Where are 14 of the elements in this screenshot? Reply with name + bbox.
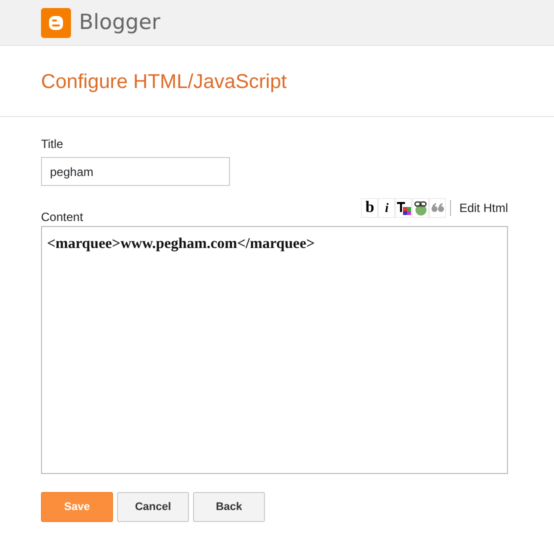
text-color-icon[interactable] xyxy=(395,198,412,218)
title-label: Title xyxy=(41,136,64,153)
blogger-logo-icon xyxy=(41,8,71,38)
page-heading: Configure HTML/JavaScript xyxy=(0,46,554,117)
link-icon[interactable] xyxy=(412,198,430,218)
bold-button[interactable]: b xyxy=(361,198,378,218)
brand-name: Blogger xyxy=(79,8,160,36)
form-button[interactable]: Cancel xyxy=(117,492,189,522)
edit-html-link[interactable]: Edit Html xyxy=(459,199,508,217)
content-label: Content xyxy=(41,209,84,226)
content-field[interactable]: <marquee>www.pegham.com</marquee> xyxy=(41,226,508,474)
title-field[interactable]: pegham xyxy=(41,157,230,186)
form-button[interactable]: Back xyxy=(193,492,265,522)
italic-button[interactable]: i xyxy=(378,198,396,218)
